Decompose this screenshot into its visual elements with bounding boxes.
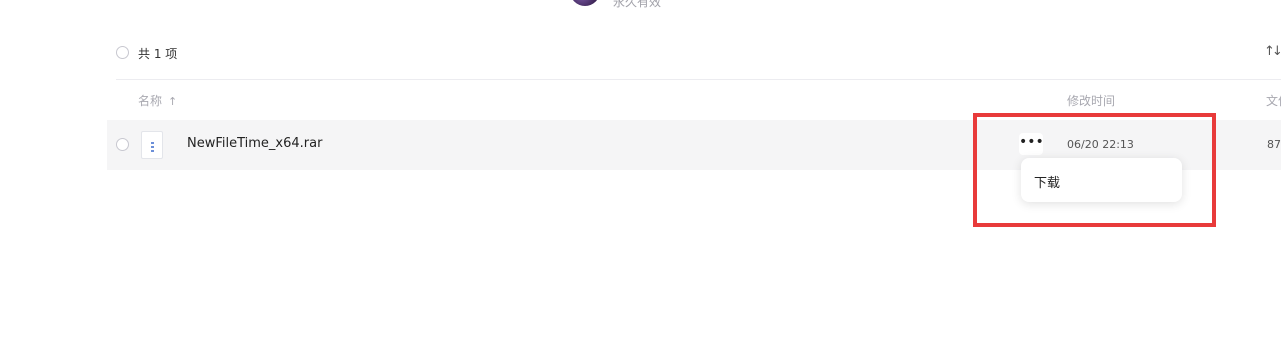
archive-file-icon: [141, 131, 163, 159]
column-header-name[interactable]: 名称 ↑: [138, 92, 177, 109]
avatar: [570, 0, 600, 6]
zip-icon: [151, 142, 154, 154]
file-size: 87.: [1267, 138, 1281, 151]
row-checkbox[interactable]: [116, 138, 129, 151]
item-count: 共 1 项: [138, 47, 178, 61]
column-header-size[interactable]: 文件: [1266, 92, 1281, 109]
validity-text: 永久有效: [613, 0, 662, 9]
column-header-name-label: 名称: [138, 94, 163, 108]
list-toolbar: 共 1 项 ↑↓: [0, 36, 1281, 70]
highlight-box: [973, 113, 1216, 227]
file-share-page: 永久有效 共 1 项 ↑↓ 名称 ↑ 修改时间 文件 NewFileTime_x6…: [0, 0, 1281, 352]
sort-icon[interactable]: ↑↓: [1264, 44, 1281, 59]
file-name[interactable]: NewFileTime_x64.rar: [187, 136, 322, 151]
divider: [116, 79, 1281, 80]
select-all-checkbox[interactable]: [116, 46, 129, 59]
column-header-modified[interactable]: 修改时间: [1067, 92, 1115, 109]
sort-arrow-up-icon: ↑: [168, 95, 178, 108]
